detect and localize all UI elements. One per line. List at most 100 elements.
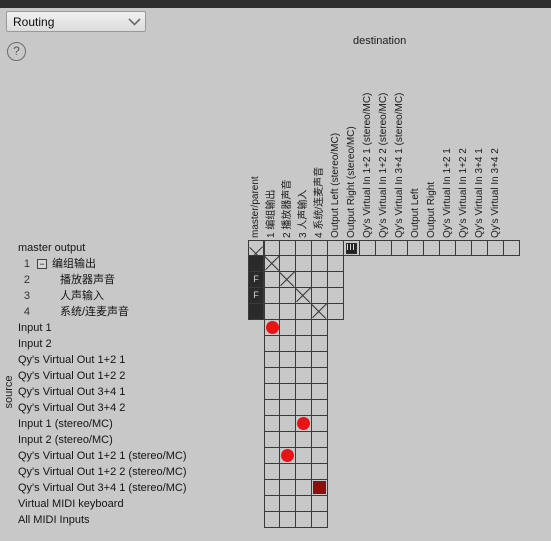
help-button[interactable]: ?	[7, 42, 26, 61]
matrix-cell[interactable]	[360, 240, 376, 256]
matrix-cell[interactable]	[296, 256, 312, 272]
matrix-cell[interactable]	[312, 496, 328, 512]
matrix-cell[interactable]	[472, 240, 488, 256]
matrix-cell[interactable]	[280, 240, 296, 256]
matrix-cell[interactable]	[264, 336, 280, 352]
matrix-cell[interactable]	[312, 384, 328, 400]
row-label[interactable]: Qy's Virtual Out 1+2 2 (stereo/MC)	[0, 464, 264, 480]
row-state-cell[interactable]	[248, 256, 264, 272]
matrix-cell[interactable]	[264, 416, 280, 432]
matrix-cell[interactable]	[264, 288, 280, 304]
matrix-cell[interactable]	[280, 272, 296, 288]
matrix-cell[interactable]	[264, 496, 280, 512]
matrix-cell[interactable]	[296, 400, 312, 416]
matrix-cell[interactable]	[280, 416, 296, 432]
matrix-cell[interactable]	[328, 240, 344, 256]
matrix-cell[interactable]	[296, 304, 312, 320]
matrix-cell[interactable]	[312, 288, 328, 304]
matrix-cell[interactable]	[344, 240, 360, 256]
matrix-cell[interactable]	[264, 384, 280, 400]
matrix-cell[interactable]	[296, 416, 312, 432]
row-label[interactable]: All MIDI Inputs	[0, 512, 264, 528]
routing-matrix-grid[interactable]	[264, 240, 520, 528]
row-label[interactable]: 1− 编组输出	[0, 256, 264, 272]
matrix-cell[interactable]	[280, 384, 296, 400]
matrix-cell[interactable]	[264, 448, 280, 464]
matrix-cell[interactable]	[312, 240, 328, 256]
matrix-cell[interactable]	[264, 368, 280, 384]
matrix-cell[interactable]	[296, 320, 312, 336]
matrix-cell[interactable]	[296, 496, 312, 512]
row-label[interactable]: 2 播放器声音	[0, 272, 264, 288]
row-label[interactable]: Qy's Virtual Out 1+2 2	[0, 368, 264, 384]
matrix-cell[interactable]	[408, 240, 424, 256]
matrix-cell[interactable]	[296, 448, 312, 464]
matrix-cell[interactable]	[296, 336, 312, 352]
matrix-cell[interactable]	[296, 512, 312, 528]
matrix-cell[interactable]	[312, 304, 328, 320]
matrix-cell[interactable]	[280, 464, 296, 480]
matrix-cell[interactable]	[328, 272, 344, 288]
row-label[interactable]: Qy's Virtual Out 1+2 1 (stereo/MC)	[0, 448, 264, 464]
matrix-cell[interactable]	[312, 400, 328, 416]
matrix-cell[interactable]	[280, 496, 296, 512]
row-label[interactable]: Qy's Virtual Out 3+4 1 (stereo/MC)	[0, 480, 264, 496]
matrix-cell[interactable]	[264, 240, 280, 256]
row-label[interactable]: Virtual MIDI keyboard	[0, 496, 264, 512]
matrix-cell[interactable]	[296, 352, 312, 368]
matrix-cell[interactable]	[296, 384, 312, 400]
matrix-cell[interactable]	[312, 336, 328, 352]
matrix-cell[interactable]	[280, 320, 296, 336]
matrix-cell[interactable]	[312, 464, 328, 480]
matrix-cell[interactable]	[264, 320, 280, 336]
matrix-cell[interactable]	[312, 448, 328, 464]
row-label[interactable]: Input 1	[0, 320, 264, 336]
column-header[interactable]: Qy's Virtual In 3+4 2	[490, 3, 520, 238]
matrix-cell[interactable]	[392, 240, 408, 256]
matrix-cell[interactable]	[280, 400, 296, 416]
matrix-cell[interactable]	[280, 288, 296, 304]
row-state-cell[interactable]	[248, 304, 264, 320]
matrix-cell[interactable]	[312, 480, 328, 496]
matrix-cell[interactable]	[312, 272, 328, 288]
row-state-cell[interactable]	[248, 240, 264, 256]
row-label[interactable]: Qy's Virtual Out 1+2 1	[0, 352, 264, 368]
tree-expander-icon[interactable]: −	[37, 259, 47, 269]
row-label[interactable]: master output	[0, 240, 264, 256]
row-label[interactable]: Qy's Virtual Out 3+4 1	[0, 384, 264, 400]
matrix-cell[interactable]	[264, 352, 280, 368]
matrix-cell[interactable]	[264, 256, 280, 272]
row-state-cell[interactable]: F	[248, 272, 264, 288]
matrix-cell[interactable]	[264, 304, 280, 320]
matrix-cell[interactable]	[264, 400, 280, 416]
matrix-cell[interactable]	[488, 240, 504, 256]
mode-select[interactable]: Routing	[6, 11, 146, 32]
matrix-cell[interactable]	[296, 288, 312, 304]
matrix-cell[interactable]	[280, 512, 296, 528]
matrix-cell[interactable]	[296, 464, 312, 480]
matrix-cell[interactable]	[296, 480, 312, 496]
row-state-cell[interactable]: F	[248, 288, 264, 304]
matrix-cell[interactable]	[280, 368, 296, 384]
matrix-cell[interactable]	[280, 256, 296, 272]
matrix-cell[interactable]	[504, 240, 520, 256]
matrix-cell[interactable]	[296, 368, 312, 384]
matrix-cell[interactable]	[280, 480, 296, 496]
matrix-cell[interactable]	[296, 432, 312, 448]
matrix-cell[interactable]	[312, 416, 328, 432]
matrix-cell[interactable]	[296, 240, 312, 256]
matrix-cell[interactable]	[264, 272, 280, 288]
matrix-cell[interactable]	[280, 336, 296, 352]
matrix-cell[interactable]	[328, 304, 344, 320]
matrix-cell[interactable]	[328, 256, 344, 272]
matrix-cell[interactable]	[280, 432, 296, 448]
matrix-cell[interactable]	[328, 288, 344, 304]
row-label[interactable]: Input 2	[0, 336, 264, 352]
matrix-cell[interactable]	[312, 352, 328, 368]
matrix-cell[interactable]	[440, 240, 456, 256]
matrix-cell[interactable]	[264, 464, 280, 480]
matrix-cell[interactable]	[312, 256, 328, 272]
matrix-cell[interactable]	[264, 512, 280, 528]
row-label[interactable]: 4 系统/连麦声音	[0, 304, 264, 320]
row-label[interactable]: 3 人声输入	[0, 288, 264, 304]
